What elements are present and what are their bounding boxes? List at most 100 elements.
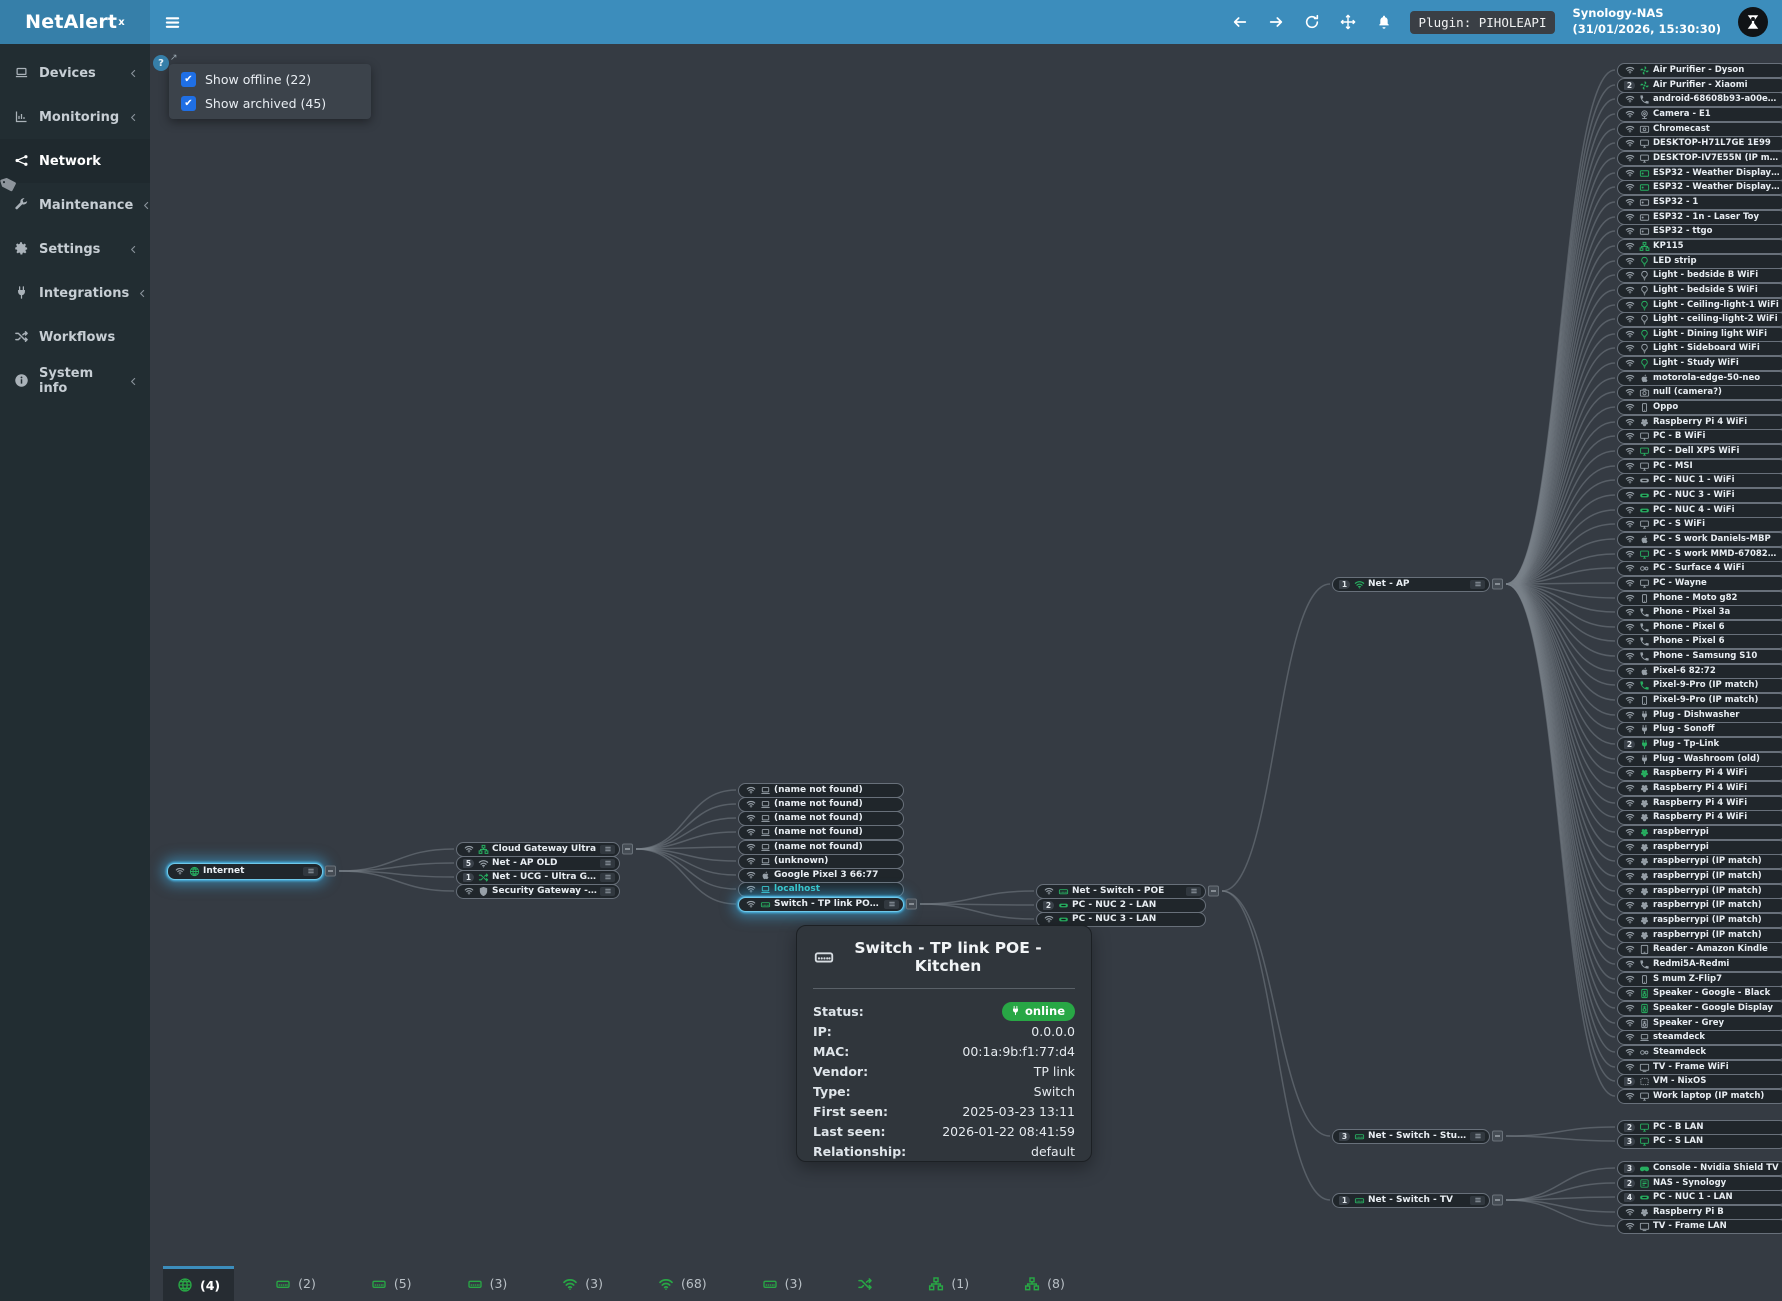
node-a34[interactable]: PC - Surface 4 WiFi: [1617, 561, 1782, 576]
node-a0[interactable]: Air Purifier - Dyson: [1617, 63, 1782, 78]
node-a27[interactable]: PC - MSI: [1617, 459, 1782, 474]
sidebar-item-settings[interactable]: Settings: [0, 227, 150, 271]
node-b0[interactable]: 2PC - B LAN: [1617, 1120, 1782, 1135]
node-a52[interactable]: raspberrypi: [1617, 825, 1782, 840]
help-icon[interactable]: ?: [153, 55, 169, 71]
node-a36[interactable]: Phone - Moto g82: [1617, 591, 1782, 606]
node-nnf4[interactable]: (name not found): [738, 825, 904, 840]
graph-tab-4[interactable]: (3): [548, 1266, 617, 1301]
node-a68[interactable]: TV - Frame WiFi: [1617, 1060, 1782, 1075]
external-link-icon[interactable]: ↗: [170, 53, 178, 63]
sidebar-item-integrations[interactable]: Integrations: [0, 271, 150, 315]
node-a29[interactable]: PC - NUC 3 - WiFi: [1617, 488, 1782, 503]
graph-tab-7[interactable]: [843, 1266, 887, 1301]
node-menu-icon[interactable]: [303, 867, 318, 876]
node-a43[interactable]: Pixel-9-Pro (IP match): [1617, 693, 1782, 708]
refresh-icon[interactable]: [1304, 14, 1321, 31]
node-ntv[interactable]: 1Net - Switch - TV: [1332, 1193, 1490, 1208]
node-a17[interactable]: Light - ceiling-light-2 WiFi: [1617, 312, 1782, 327]
sidebar-item-workflows[interactable]: Workflows: [0, 315, 150, 359]
node-a70[interactable]: Work laptop (IP match): [1617, 1089, 1782, 1104]
node-a11[interactable]: ESP32 - ttgo: [1617, 224, 1782, 239]
node-nsp[interactable]: Net - Switch - POE: [1036, 884, 1206, 899]
node-a5[interactable]: DESKTOP-H71L7GE 1E99: [1617, 136, 1782, 151]
node-a8[interactable]: ESP32 - Weather Display (w…: [1617, 180, 1782, 195]
collapse-node-button[interactable]: [1208, 886, 1219, 897]
node-a9[interactable]: ESP32 - 1: [1617, 195, 1782, 210]
node-a47[interactable]: Plug - Washroom (old): [1617, 752, 1782, 767]
graph-tab-1[interactable]: (2): [261, 1266, 330, 1301]
node-nnf1[interactable]: (name not found): [738, 783, 904, 798]
node-menu-icon[interactable]: [884, 900, 899, 909]
app-logo[interactable]: NetAlertx: [0, 0, 150, 44]
node-a55[interactable]: raspberrypi (IP match): [1617, 869, 1782, 884]
graph-tab-3[interactable]: (3): [453, 1266, 522, 1301]
sidebar-item-network[interactable]: Network: [0, 139, 150, 183]
node-a23[interactable]: Oppo: [1617, 400, 1782, 415]
sidebar-item-system-info[interactable]: System info: [0, 359, 150, 403]
checkbox-checked-icon[interactable]: ✔: [181, 96, 196, 111]
collapse-node-button[interactable]: [906, 899, 917, 910]
node-a60[interactable]: Reader - Amazon Kindle: [1617, 942, 1782, 957]
node-a39[interactable]: Phone - Pixel 6: [1617, 634, 1782, 649]
collapse-node-button[interactable]: [1492, 1195, 1503, 1206]
node-a59[interactable]: raspberrypi (IP match): [1617, 928, 1782, 943]
filter-show-offline[interactable]: ✔ Show offline (22): [181, 72, 359, 87]
bell-icon[interactable]: [1376, 14, 1393, 31]
user-avatar[interactable]: [1738, 7, 1768, 37]
node-a67[interactable]: Steamdeck: [1617, 1045, 1782, 1060]
node-c4[interactable]: TV - Frame LAN: [1617, 1219, 1782, 1234]
graph-tab-2[interactable]: (5): [357, 1266, 426, 1301]
node-a1[interactable]: 2Air Purifier - Xiaomi: [1617, 78, 1782, 93]
node-menu-icon[interactable]: [600, 859, 615, 868]
node-nuc2[interactable]: 2PC - NUC 2 - LAN: [1036, 898, 1206, 913]
node-tpk[interactable]: Switch - TP link POE - Kitchen: [738, 897, 904, 912]
node-b1[interactable]: 3PC - S LAN: [1617, 1134, 1782, 1149]
sidebar-item-maintenance[interactable]: Maintenance: [0, 183, 150, 227]
node-unk[interactable]: (unknown): [738, 854, 904, 869]
node-a37[interactable]: Phone - Pixel 3a: [1617, 605, 1782, 620]
node-a2[interactable]: android-68608b93-a00e4690: [1617, 92, 1782, 107]
sidebar-item-monitoring[interactable]: Monitoring: [0, 95, 150, 139]
node-menu-icon[interactable]: [1470, 580, 1485, 589]
node-a25[interactable]: PC - B WiFi: [1617, 429, 1782, 444]
collapse-node-button[interactable]: [1492, 1131, 1503, 1142]
node-a22[interactable]: null (camera?): [1617, 385, 1782, 400]
node-c1[interactable]: 2NAS - Synology: [1617, 1176, 1782, 1191]
node-a18[interactable]: Light - Dining light WiFi: [1617, 327, 1782, 342]
node-a58[interactable]: raspberrypi (IP match): [1617, 913, 1782, 928]
node-a16[interactable]: Light - Ceiling-light-1 WiFi: [1617, 298, 1782, 313]
node-usg[interactable]: Security Gateway - USG: [456, 884, 620, 899]
graph-tab-6[interactable]: (3): [748, 1266, 817, 1301]
node-menu-icon[interactable]: [600, 873, 615, 882]
node-a15[interactable]: Light - bedside S WiFi: [1617, 283, 1782, 298]
arrow-left-icon[interactable]: [1232, 14, 1249, 31]
move-icon[interactable]: [1340, 14, 1357, 31]
node-a44[interactable]: Plug - Dishwasher: [1617, 708, 1782, 723]
node-menu-icon[interactable]: [1470, 1196, 1485, 1205]
node-a51[interactable]: Raspberry Pi 4 WiFi: [1617, 810, 1782, 825]
node-a53[interactable]: raspberrypi: [1617, 840, 1782, 855]
node-internet[interactable]: Internet: [167, 863, 323, 880]
node-a20[interactable]: Light - Study WiFi: [1617, 356, 1782, 371]
node-c2[interactable]: 4PC - NUC 1 - LAN: [1617, 1190, 1782, 1205]
node-c3[interactable]: Raspberry Pi B: [1617, 1205, 1782, 1220]
node-a64[interactable]: Speaker - Google Display: [1617, 1001, 1782, 1016]
node-a50[interactable]: Raspberry Pi 4 WiFi: [1617, 796, 1782, 811]
node-a32[interactable]: PC - S work Daniels-MBP: [1617, 532, 1782, 547]
node-a13[interactable]: LED strip: [1617, 254, 1782, 269]
node-ucg[interactable]: 1Net - UCG - Ultra Gateway: [456, 870, 620, 885]
node-a35[interactable]: PC - Wayne: [1617, 576, 1782, 591]
checkbox-checked-icon[interactable]: ✔: [181, 72, 196, 87]
node-c0[interactable]: 3Console - Nvidia Shield TV: [1617, 1161, 1782, 1176]
graph-tab-8[interactable]: (1): [914, 1266, 983, 1301]
node-a33[interactable]: PC - S work MMD-67082015…: [1617, 547, 1782, 562]
node-apold[interactable]: 5Net - AP OLD: [456, 856, 620, 871]
graph-tab-5[interactable]: (68): [644, 1266, 721, 1301]
node-a56[interactable]: raspberrypi (IP match): [1617, 884, 1782, 899]
node-cgu[interactable]: Cloud Gateway Ultra: [456, 842, 620, 857]
node-menu-icon[interactable]: [1186, 887, 1201, 896]
node-a12[interactable]: KP115: [1617, 239, 1782, 254]
node-a49[interactable]: Raspberry Pi 4 WiFi: [1617, 781, 1782, 796]
node-a14[interactable]: Light - bedside B WiFi: [1617, 268, 1782, 283]
